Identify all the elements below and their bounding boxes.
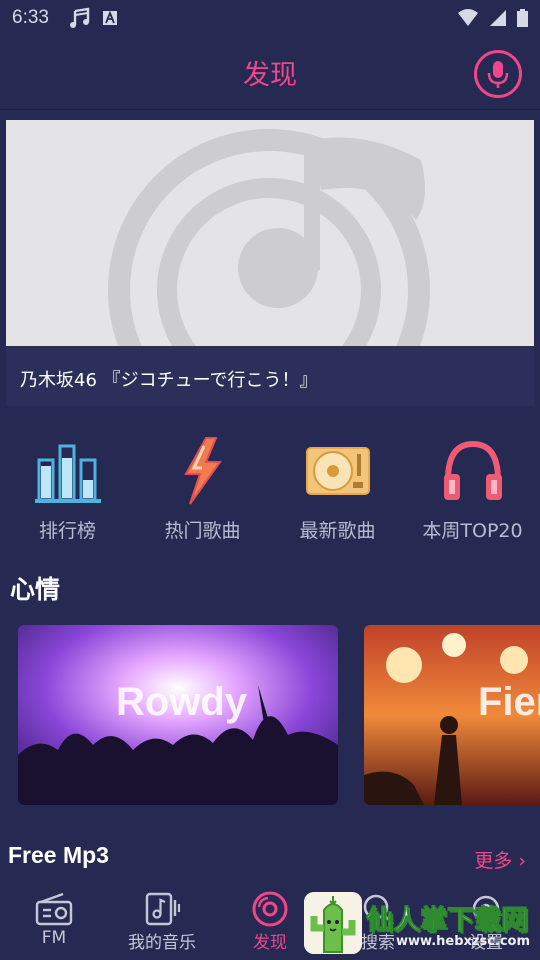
disc-icon <box>252 891 288 927</box>
banner-caption: 乃木坂46 『ジコチューで行こう！』 <box>20 370 318 391</box>
cactus-icon <box>304 892 362 954</box>
free-mp3-section-title: Free Mp3 <box>8 842 109 868</box>
tab-fm[interactable]: FM <box>0 884 108 960</box>
tab-my-music[interactable]: 我的音乐 <box>108 884 216 960</box>
page-title: 发现 <box>243 60 297 91</box>
site-watermark: 仙人掌下载网 www.hebxzsc.com <box>300 892 540 958</box>
watermark-url: www.hebxzsc.com <box>396 934 531 949</box>
headphones-icon <box>443 440 502 500</box>
category-label: 本周TOP20 <box>422 520 523 542</box>
a-notification-icon <box>102 11 117 25</box>
category-new-songs[interactable]: 最新歌曲 <box>270 430 405 550</box>
category-label: 排行榜 <box>38 520 96 542</box>
music-note-icon <box>145 892 181 926</box>
radio-icon <box>35 892 73 926</box>
cactus-logo <box>304 892 362 954</box>
tab-label: FM <box>41 928 67 948</box>
music-logo-watermark-icon <box>108 129 430 346</box>
cellular-signal-icon <box>490 10 506 26</box>
category-label: 最新歌曲 <box>299 520 376 542</box>
turntable-icon <box>305 447 370 495</box>
more-link-label: 更多 <box>474 850 513 872</box>
category-rankings[interactable]: 排行榜 <box>0 430 135 550</box>
featured-banner[interactable]: 乃木坂46 『ジコチューで行こう！』 <box>6 120 534 406</box>
microphone-icon <box>487 61 509 88</box>
category-hot-songs[interactable]: 热门歌曲 <box>135 430 270 550</box>
battery-icon <box>517 9 528 27</box>
category-weekly-top20[interactable]: 本周TOP20 <box>405 430 540 550</box>
status-time: 6:33 <box>12 7 49 28</box>
tab-label: 我的音乐 <box>128 933 196 953</box>
category-label: 热门歌曲 <box>164 520 241 542</box>
mood-card-fiery[interactable]: Fiery <box>364 625 540 805</box>
status-bar: 6:33 <box>0 0 540 36</box>
banner-placeholder-image <box>6 120 534 346</box>
chevron-right-icon: › <box>518 850 526 872</box>
category-row: 排行榜 热门歌曲 最新歌曲 本周TOP20 <box>0 430 540 550</box>
watermark-text: 仙人掌下载网 <box>366 905 529 937</box>
lightning-icon <box>183 437 222 505</box>
music-notification-icon <box>69 7 90 28</box>
wifi-icon <box>458 9 478 26</box>
chart-bars-icon <box>34 444 101 503</box>
more-link[interactable]: 更多 › <box>474 846 526 873</box>
mood-section-title: 心情 <box>10 575 61 604</box>
voice-search-button[interactable] <box>474 50 522 98</box>
mood-card-label: Fiery <box>478 680 540 724</box>
mood-card-label: Rowdy <box>116 680 248 724</box>
mood-card-rowdy[interactable]: Rowdy <box>18 625 338 805</box>
header: 发现 <box>0 36 540 110</box>
